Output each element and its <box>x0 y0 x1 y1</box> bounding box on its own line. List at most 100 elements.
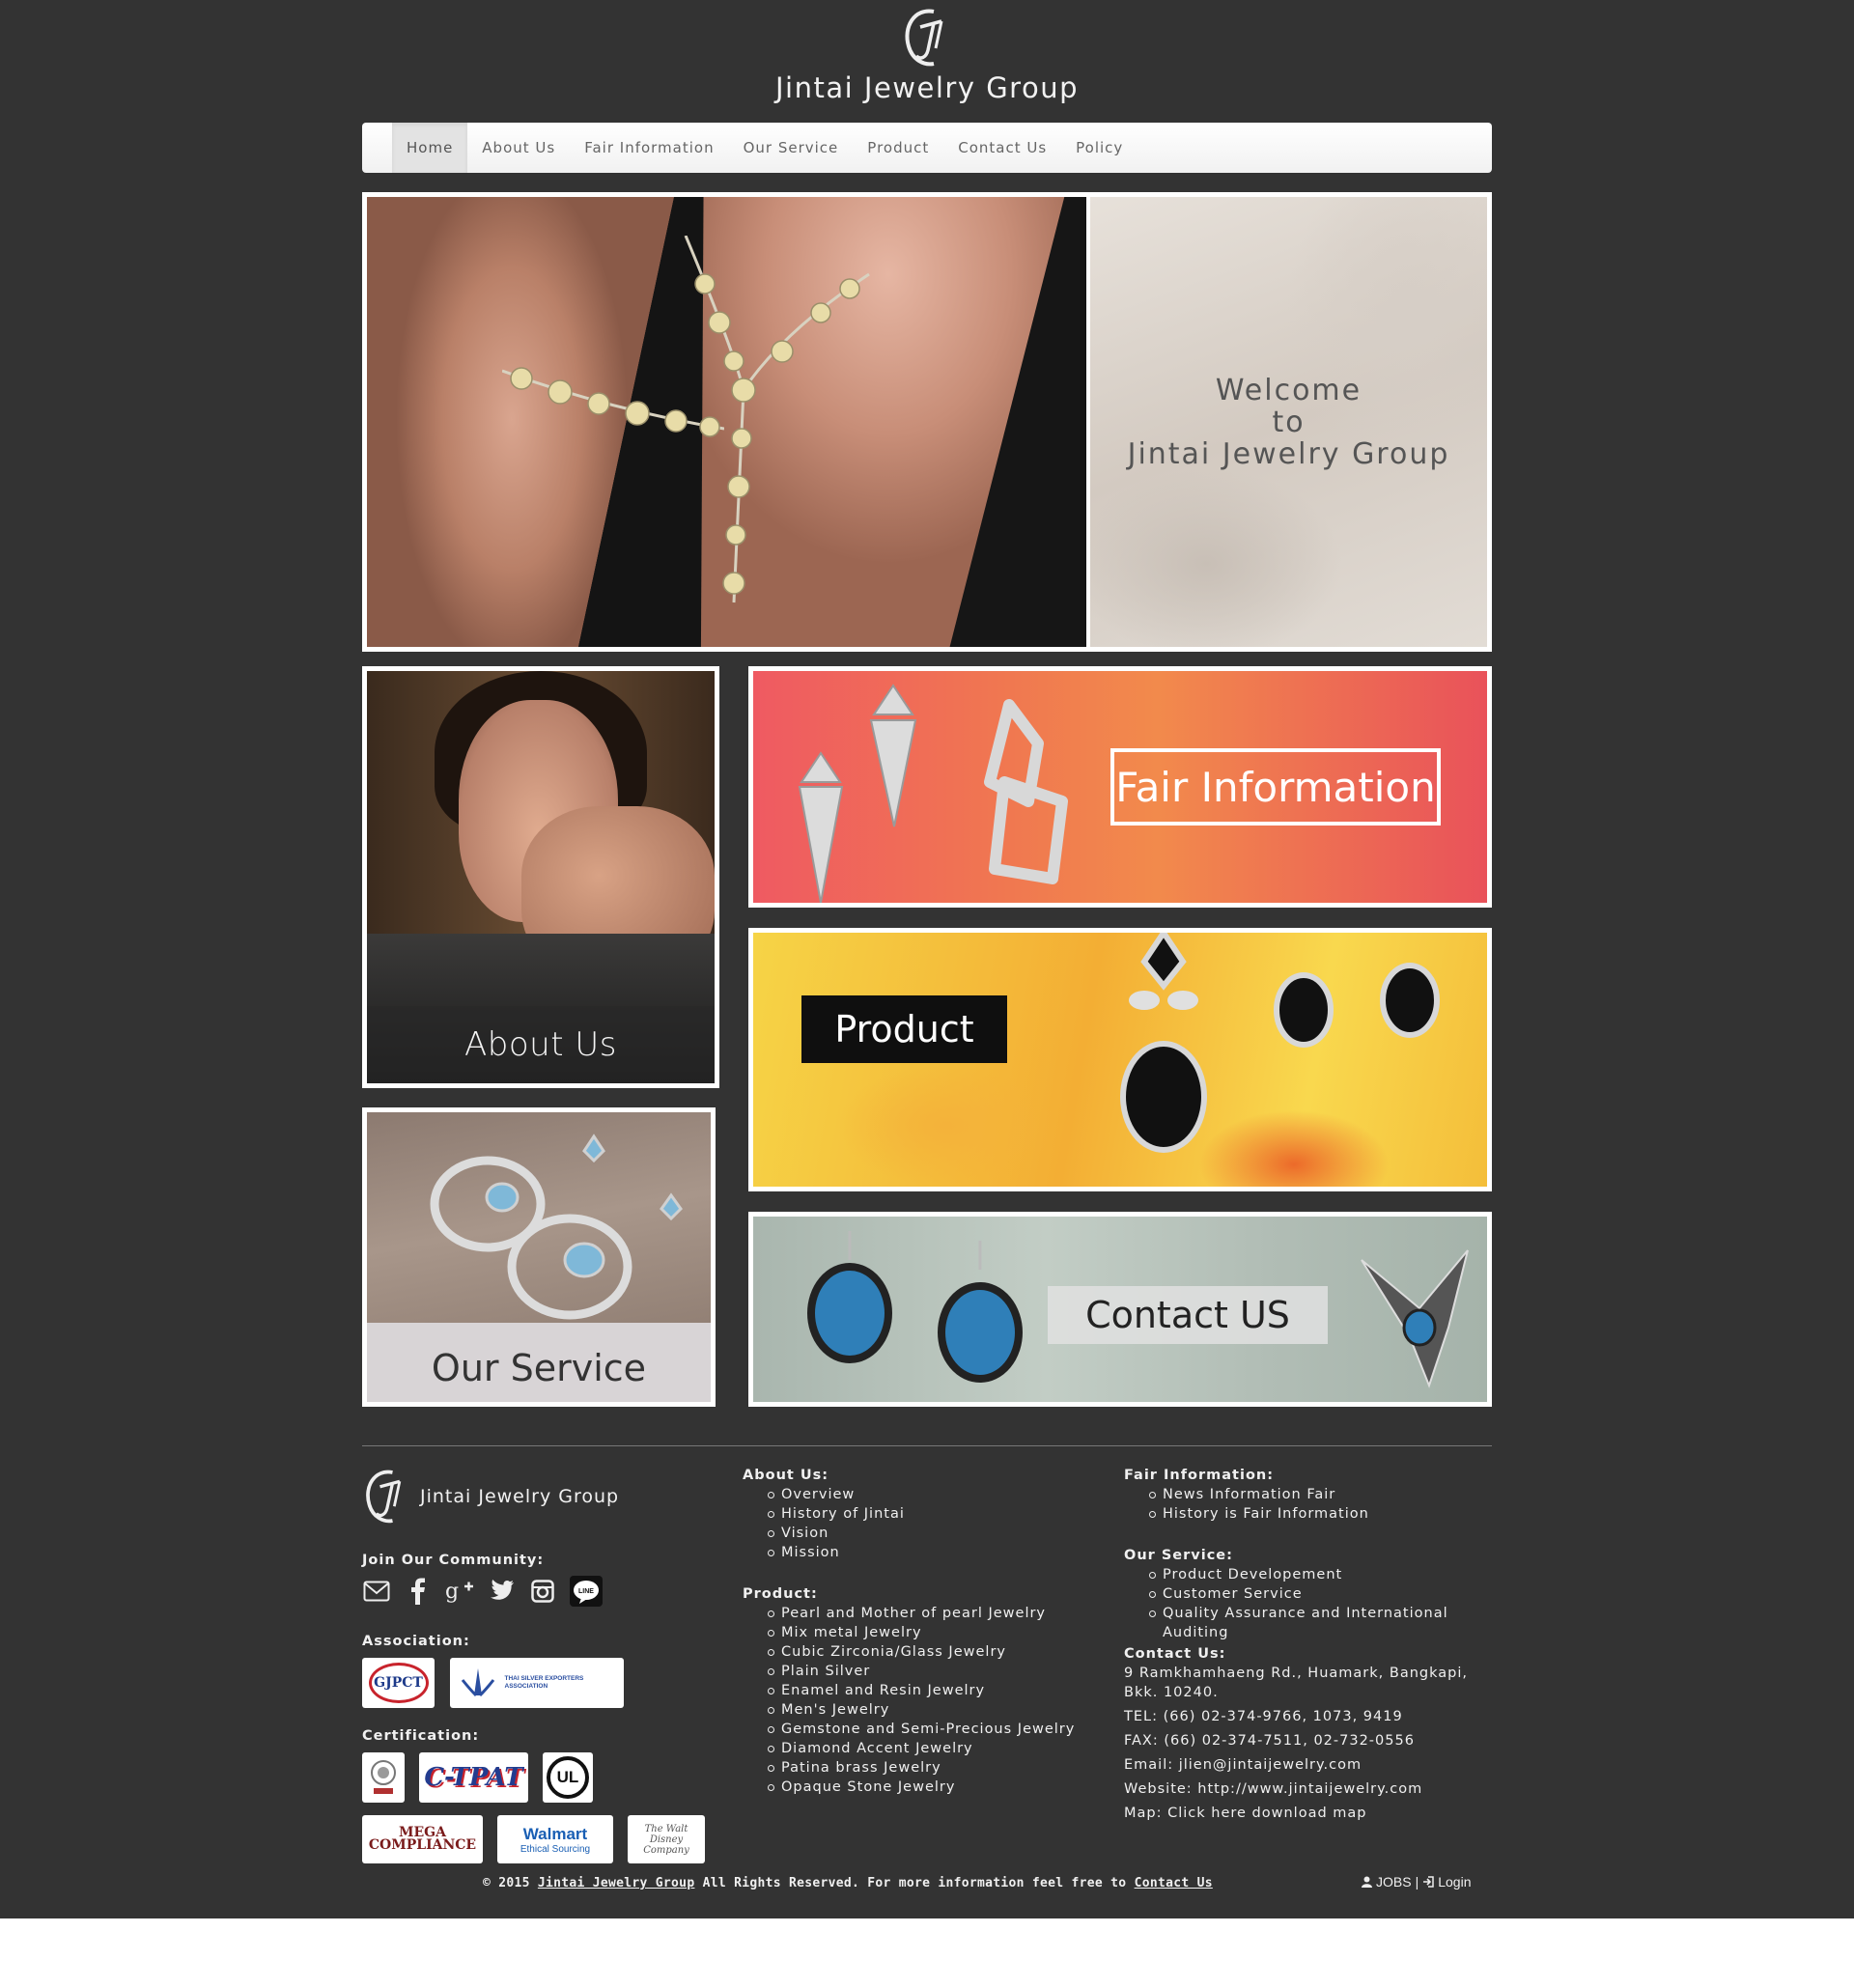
welcome-panel: Welcome to Jintai Jewelry Group <box>1090 197 1487 647</box>
footer-about-heading: About Us: <box>743 1468 829 1483</box>
bracelet-graphic <box>502 367 724 437</box>
contact-map-link[interactable]: Map: Click here download map <box>1124 1804 1501 1823</box>
footer-link-customer-service[interactable]: Customer Service <box>1149 1584 1501 1604</box>
walt-disney-logo[interactable]: The Walt Disney Company <box>628 1815 705 1863</box>
contact-email[interactable]: Email: jlien@jintaijewelry.com <box>1124 1755 1501 1775</box>
certification-logos-row-1: C-TPAT UL <box>362 1752 593 1803</box>
footer-link-history-fair[interactable]: History is Fair Information <box>1149 1504 1501 1524</box>
fair-information-tile[interactable]: Fair Information <box>748 666 1492 908</box>
svg-text:g: g <box>445 1580 459 1604</box>
community-heading: Join Our Community: <box>362 1553 545 1568</box>
jt-logo-icon <box>366 1470 402 1524</box>
footer-product-heading: Product: <box>743 1586 818 1602</box>
jobs-login-separator: | <box>1415 1874 1419 1890</box>
user-icon <box>1362 1876 1372 1888</box>
certification-logos-row-2: MEGA COMPLIANCE Walmart Ethical Sourcing… <box>362 1815 705 1863</box>
association-heading: Association: <box>362 1634 470 1649</box>
ctpat-logo[interactable]: C-TPAT <box>419 1752 528 1803</box>
footer-link-product-1[interactable]: Pearl and Mother of pearl Jewelry <box>768 1604 1075 1623</box>
twitter-icon[interactable] <box>487 1577 516 1606</box>
footer-contact-heading: Contact Us: <box>1124 1646 1226 1662</box>
nav-about-us[interactable]: About Us <box>467 123 570 173</box>
triangle-earrings-graphic <box>798 684 1068 903</box>
fair-information-tile-label: Fair Information <box>1110 748 1441 826</box>
footer-link-vision[interactable]: Vision <box>768 1524 1075 1543</box>
footer-link-product-3[interactable]: Cubic Zirconia/Glass Jewelry <box>768 1642 1075 1662</box>
footer-brand-name: Jintai Jewelry Group <box>420 1486 620 1507</box>
welcome-line-3: Jintai Jewelry Group <box>1127 436 1450 471</box>
footer-brand[interactable]: Jintai Jewelry Group <box>362 1466 619 1527</box>
copyright-text: All Rights Reserved. For more informatio… <box>702 1876 1127 1890</box>
welcome-line-2: to <box>1272 405 1306 439</box>
hero-jewelry-photo <box>367 197 1101 647</box>
site-header: Jintai Jewelry Group <box>0 6 1854 104</box>
nav-policy[interactable]: Policy <box>1061 123 1138 173</box>
line-icon[interactable]: LINE <box>570 1576 603 1607</box>
footer-link-news-fair[interactable]: News Information Fair <box>1149 1485 1501 1504</box>
mail-icon[interactable] <box>362 1577 391 1606</box>
footer-divider <box>362 1445 1492 1446</box>
nav-contact-us[interactable]: Contact Us <box>943 123 1061 173</box>
bureau-veritas-seal-icon[interactable] <box>362 1752 405 1803</box>
our-service-tile[interactable]: Our Service <box>362 1107 716 1407</box>
jt-logo-icon[interactable] <box>901 6 953 70</box>
nav-home[interactable]: Home <box>392 123 468 173</box>
product-tile-label: Product <box>801 995 1007 1063</box>
about-us-tile[interactable]: About Us <box>362 666 719 1088</box>
ul-logo[interactable]: UL <box>543 1752 593 1803</box>
footer-link-overview[interactable]: Overview <box>768 1485 1075 1504</box>
jobs-link[interactable]: JOBS <box>1376 1874 1412 1890</box>
footer-link-product-8[interactable]: Diamond Accent Jewelry <box>768 1739 1075 1758</box>
contact-us-tile-label: Contact US <box>1048 1286 1328 1344</box>
footer-link-product-9[interactable]: Patina brass Jewelry <box>768 1758 1075 1778</box>
thai-silver-exporters-logo[interactable]: THAI SILVER EXPORTERS ASSOCIATION <box>450 1658 624 1708</box>
gjpct-logo[interactable]: GJPCT <box>362 1658 435 1708</box>
footer-link-product-4[interactable]: Plain Silver <box>768 1662 1075 1681</box>
bird-pendant-graphic <box>1361 1249 1469 1388</box>
footer-link-product-5[interactable]: Enamel and Resin Jewelry <box>768 1681 1075 1700</box>
product-tile[interactable]: Product <box>748 928 1492 1191</box>
association-logos: GJPCT THAI SILVER EXPORTERS ASSOCIATION <box>362 1658 624 1708</box>
contact-address-1: 9 Ramkhamhaeng Rd., Huamark, Bangkapi, <box>1124 1666 1468 1681</box>
footer-link-mission[interactable]: Mission <box>768 1543 1075 1562</box>
footer-link-product-development[interactable]: Product Developement <box>1149 1565 1501 1584</box>
copyright-bar: © 2015 Jintai Jewelry Group All Rights R… <box>483 1876 1213 1890</box>
walmart-logo[interactable]: Walmart Ethical Sourcing <box>497 1815 613 1863</box>
footer-link-product-7[interactable]: Gemstone and Semi-Precious Jewelry <box>768 1720 1075 1739</box>
footer-fair-heading: Fair Information: <box>1124 1468 1275 1483</box>
facebook-icon[interactable] <box>404 1577 433 1606</box>
contact-fax: FAX: (66) 02-374-7511, 02-732-0556 <box>1124 1733 1415 1749</box>
certification-heading: Certification: <box>362 1728 480 1744</box>
site-title: Jintai Jewelry Group <box>774 71 1079 104</box>
google-plus-icon[interactable]: g <box>445 1577 474 1606</box>
main-nav: Home About Us Fair Information Our Servi… <box>362 123 1492 173</box>
onyx-jewelry-graphic <box>1120 933 1440 1153</box>
footer-link-quality-assurance[interactable]: Quality Assurance and International <box>1149 1604 1501 1623</box>
footer-col-about-product: About Us: Overview History of Jintai Vis… <box>743 1468 1075 1797</box>
about-us-tile-label: About Us <box>367 1006 715 1083</box>
copyright-year: © 2015 <box>483 1876 530 1890</box>
footer-service-heading: Our Service: <box>1124 1548 1233 1563</box>
svg-text:LINE: LINE <box>578 1588 594 1595</box>
footer-link-auditing[interactable]: Auditing <box>1149 1623 1501 1642</box>
nav-product[interactable]: Product <box>853 123 943 173</box>
welcome-line-1: Welcome <box>1215 373 1362 407</box>
contact-address-2: Bkk. 10240. <box>1124 1685 1219 1700</box>
login-link[interactable]: Login <box>1438 1874 1471 1890</box>
nav-fair-information[interactable]: Fair Information <box>570 123 728 173</box>
login-icon <box>1423 1876 1434 1888</box>
contact-website[interactable]: Website: http://www.jintaijewelry.com <box>1124 1779 1501 1799</box>
copyright-contact-link[interactable]: Contact Us <box>1135 1876 1213 1890</box>
footer-col-fair-service-contact: Fair Information: News Information Fair … <box>1124 1468 1501 1823</box>
contact-us-tile[interactable]: Contact US <box>748 1212 1492 1407</box>
nav-our-service[interactable]: Our Service <box>729 123 854 173</box>
omega-compliance-logo[interactable]: MEGA COMPLIANCE <box>362 1815 483 1863</box>
earrings-graphic <box>430 1134 683 1320</box>
copyright-brand-link[interactable]: Jintai Jewelry Group <box>538 1876 695 1890</box>
footer-link-product-6[interactable]: Men's Jewelry <box>768 1700 1075 1720</box>
instagram-icon[interactable] <box>528 1577 557 1606</box>
turquoise-pendants-graphic <box>807 1231 1023 1383</box>
footer-link-history[interactable]: History of Jintai <box>768 1504 1075 1524</box>
footer-link-product-2[interactable]: Mix metal Jewelry <box>768 1623 1075 1642</box>
footer-link-product-10[interactable]: Opaque Stone Jewelry <box>768 1778 1075 1797</box>
